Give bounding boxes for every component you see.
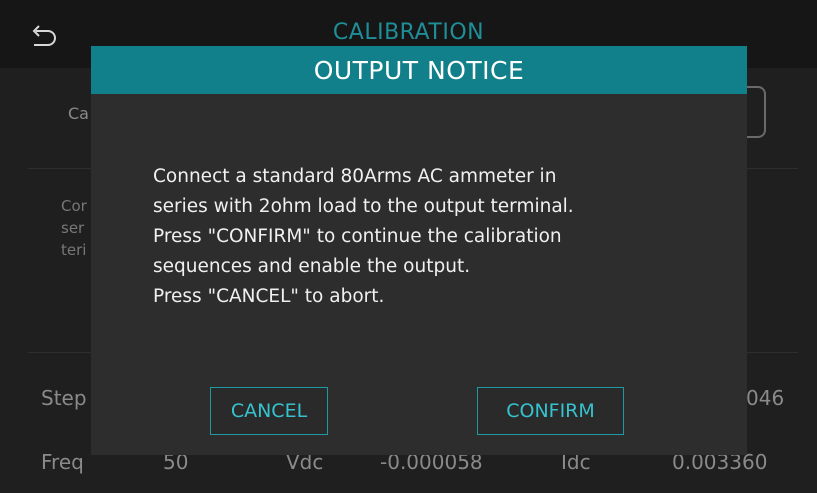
note-line: teri: [61, 241, 87, 259]
note-line: ser: [61, 219, 85, 237]
cancel-button[interactable]: CANCEL: [210, 387, 328, 435]
message-line: Connect a standard 80Arms AC ammeter in: [153, 166, 557, 187]
page-title: CALIBRATION: [332, 20, 485, 45]
field-label: Ca: [68, 104, 89, 123]
message-line: sequences and enable the output.: [153, 256, 471, 277]
calibration-screen: CALIBRATION Ca Cor ser teri Step 046 Fre…: [0, 0, 817, 493]
step-label: Step: [41, 386, 87, 410]
dialog-message: Connect a standard 80Arms AC ammeter in …: [153, 162, 733, 312]
dialog-title: OUTPUT NOTICE: [91, 46, 747, 94]
step-value: 046: [746, 386, 785, 410]
note-line: Cor: [61, 197, 87, 215]
message-line: series with 2ohm load to the output term…: [153, 196, 574, 217]
message-line: Press "CONFIRM" to continue the calibrat…: [153, 226, 562, 247]
freq-label: Freq: [41, 450, 84, 474]
output-notice-dialog: OUTPUT NOTICE Connect a standard 80Arms …: [91, 46, 747, 455]
confirm-button[interactable]: CONFIRM: [477, 387, 624, 435]
message-line: Press "CANCEL" to abort.: [153, 286, 385, 307]
